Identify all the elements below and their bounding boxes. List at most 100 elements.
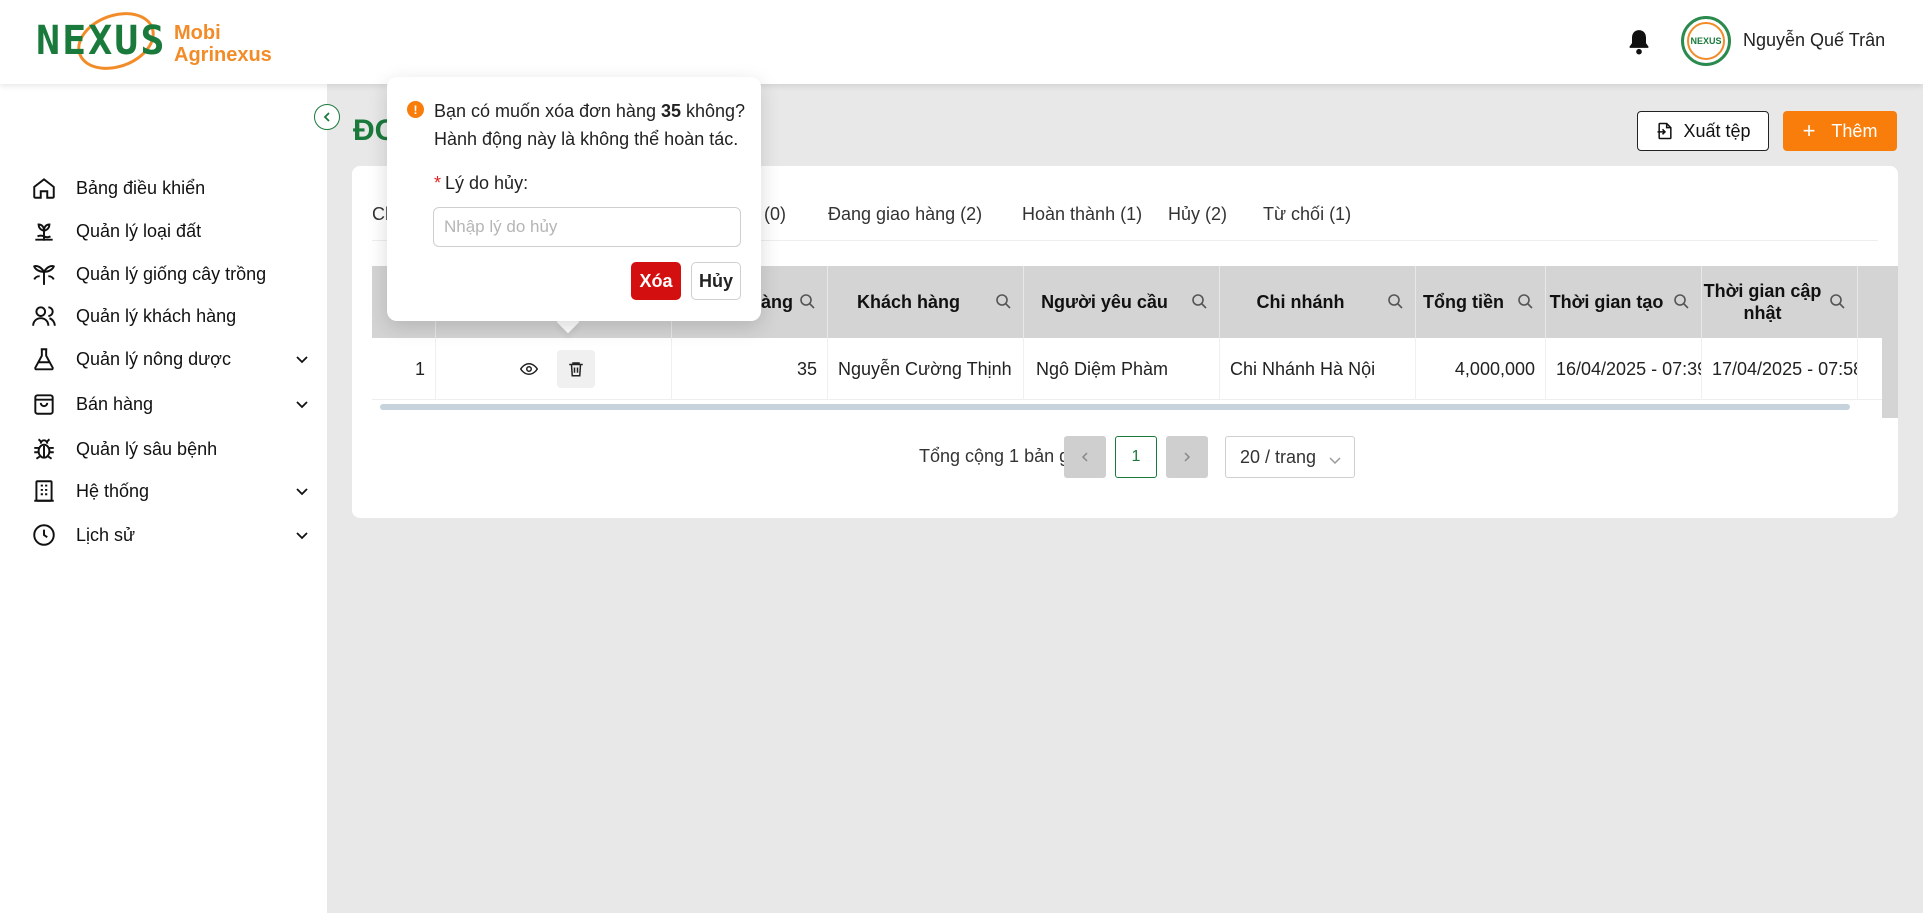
pagination: Tổng cộng 1 bản ghi 1 20 / trang — [352, 436, 1898, 478]
chevron-down-icon — [294, 527, 310, 543]
chevron-down-icon — [294, 351, 310, 367]
trash-icon — [568, 362, 583, 377]
cell-customer: Nguyễn Cường Thịnh — [828, 338, 1024, 400]
search-icon[interactable] — [1829, 292, 1845, 309]
table-row[interactable]: 1 35 Nguyễn Cường Thịnh Ngô Diệm Phàm Ch… — [372, 338, 1898, 400]
plant-icon — [30, 260, 58, 288]
total-records: Tổng cộng 1 bản ghi — [919, 446, 1084, 466]
sidebar-item-customers[interactable]: Quản lý khách hàng — [30, 296, 310, 336]
export-label: Xuất tệp — [1683, 120, 1751, 141]
delete-confirm-popover: ! Bạn có muốn xóa đơn hàng 35 không? Hàn… — [387, 77, 761, 321]
cell-created: 16/04/2025 - 07:39 — [1546, 338, 1702, 400]
app-logo[interactable]: NEXUS Mobi Agrinexus — [36, 1, 276, 81]
tab-completed[interactable]: Hoàn thành (1) — [1022, 204, 1142, 225]
sidebar-item-sales[interactable]: Bán hàng — [30, 384, 310, 424]
sidebar-item-label: Bán hàng — [76, 393, 154, 414]
sidebar-item-pesticides[interactable]: Quản lý nông dược — [30, 339, 310, 379]
bug-icon — [30, 435, 58, 463]
add-button[interactable]: + Thêm — [1783, 111, 1897, 151]
eye-icon — [519, 362, 538, 376]
column-label: Tổng tiền — [1423, 292, 1504, 312]
cancel-button[interactable]: Hủy — [691, 262, 741, 300]
export-button[interactable]: Xuất tệp — [1637, 111, 1769, 151]
sidebar-item-soil[interactable]: Quản lý loại đất — [30, 211, 310, 251]
sidebar-item-label: Quản lý giống cây trồng — [76, 263, 267, 284]
reason-label-text: Lý do hủy: — [445, 173, 529, 193]
column-header-customer[interactable]: Khách hàng — [828, 266, 1024, 338]
sidebar-item-history[interactable]: Lịch sử — [30, 515, 310, 555]
sidebar: Bảng điều khiển Quản lý loại đất Quản lý… — [0, 84, 327, 913]
cell-index: 1 — [372, 338, 436, 400]
cell-order-id: 35 — [672, 338, 828, 400]
cancel-reason-input[interactable] — [433, 207, 741, 247]
prev-page-button[interactable] — [1064, 436, 1106, 478]
column-label: Thời gian tạo — [1549, 292, 1664, 312]
sidebar-item-label: Quản lý khách hàng — [76, 305, 237, 326]
tab-cancelled[interactable]: Hủy (2) — [1168, 204, 1227, 225]
search-icon[interactable] — [1191, 292, 1207, 309]
shopping-bag-icon — [30, 390, 58, 418]
sidebar-item-label: Hệ thống — [76, 480, 150, 501]
flask-icon — [30, 345, 58, 373]
column-label: Chi nhánh — [1256, 292, 1345, 312]
column-label: Khách hàng — [856, 292, 960, 312]
reason-label: * Lý do hủy: — [434, 173, 528, 194]
page-size-value: 20 / trang — [1240, 446, 1317, 467]
cell-updated: 17/04/2025 - 07:58 — [1702, 338, 1858, 400]
column-label: Thời gian cập nhật — [1703, 281, 1822, 323]
horizontal-scrollbar[interactable] — [380, 404, 1850, 410]
add-label: Thêm — [1831, 120, 1878, 141]
confirm-message: Bạn có muốn xóa đơn hàng 35 không? Hành … — [434, 97, 745, 153]
cell-requester: Ngô Diệm Phàm — [1024, 338, 1220, 400]
column-header-total[interactable]: Tổng tiền — [1416, 266, 1546, 338]
logo-line-2: Agrinexus — [174, 44, 272, 66]
sidebar-item-label: Quản lý nông dược — [76, 348, 231, 369]
delete-button[interactable] — [556, 350, 595, 388]
user-name[interactable]: Nguyễn Quế Trân — [1743, 30, 1885, 51]
table-scroll-edge — [1882, 266, 1898, 418]
column-header-created[interactable]: Thời gian tạo — [1546, 266, 1702, 338]
avatar-logo: NEXUS — [1687, 22, 1725, 60]
cell-actions — [436, 338, 672, 400]
search-icon[interactable] — [799, 292, 815, 309]
chevron-left-icon — [323, 112, 330, 122]
chevron-left-icon — [1081, 452, 1088, 462]
column-header-updated[interactable]: Thời gian cập nhật — [1702, 266, 1858, 338]
avatar[interactable]: NEXUS — [1681, 16, 1731, 66]
search-icon[interactable] — [1387, 292, 1403, 309]
building-icon — [30, 477, 58, 505]
chevron-right-icon — [1184, 452, 1191, 462]
sidebar-item-label: Quản lý loại đất — [76, 220, 202, 241]
confirm-message-text: Bạn có muốn xóa đơn hàng — [434, 101, 661, 121]
logo-wordmark: NEXUS — [36, 18, 167, 64]
search-icon[interactable] — [1673, 292, 1689, 309]
file-export-icon — [1657, 122, 1673, 140]
sidebar-item-plant-varieties[interactable]: Quản lý giống cây trồng — [30, 254, 310, 294]
sidebar-collapse-button[interactable] — [314, 104, 340, 130]
search-icon[interactable] — [995, 292, 1011, 309]
sidebar-item-label: Quản lý sâu bệnh — [76, 438, 218, 459]
next-page-button[interactable] — [1166, 436, 1208, 478]
sidebar-item-system[interactable]: Hệ thống — [30, 471, 310, 511]
tab-pending[interactable]: (0) — [764, 204, 786, 225]
column-header-requester[interactable]: Người yêu cầu — [1024, 266, 1220, 338]
sidebar-item-pests[interactable]: Quản lý sâu bệnh — [30, 429, 310, 469]
sidebar-item-dashboard[interactable]: Bảng điều khiển — [30, 168, 310, 208]
soil-icon — [30, 217, 58, 245]
warning-icon: ! — [407, 101, 424, 118]
column-label: Người yêu cầu — [1041, 292, 1168, 312]
page-size-select[interactable]: 20 / trang — [1225, 436, 1355, 478]
tab-rejected[interactable]: Từ chối (1) — [1263, 204, 1351, 225]
confirm-delete-button[interactable]: Xóa — [631, 262, 681, 300]
sidebar-item-label: Bảng điều khiển — [76, 177, 206, 198]
notification-bell-icon[interactable] — [1626, 28, 1652, 56]
home-icon — [30, 174, 58, 202]
tab-delivering[interactable]: Đang giao hàng (2) — [828, 204, 982, 225]
top-header: NEXUS Mobi Agrinexus NEXUS Nguyễn Quế Tr… — [0, 0, 1923, 84]
view-button[interactable] — [513, 353, 545, 385]
page-1-button[interactable]: 1 — [1115, 436, 1157, 478]
column-header-branch[interactable]: Chi nhánh — [1220, 266, 1416, 338]
plus-icon: + — [1802, 118, 1816, 143]
search-icon[interactable] — [1517, 292, 1533, 309]
users-icon — [30, 302, 58, 330]
